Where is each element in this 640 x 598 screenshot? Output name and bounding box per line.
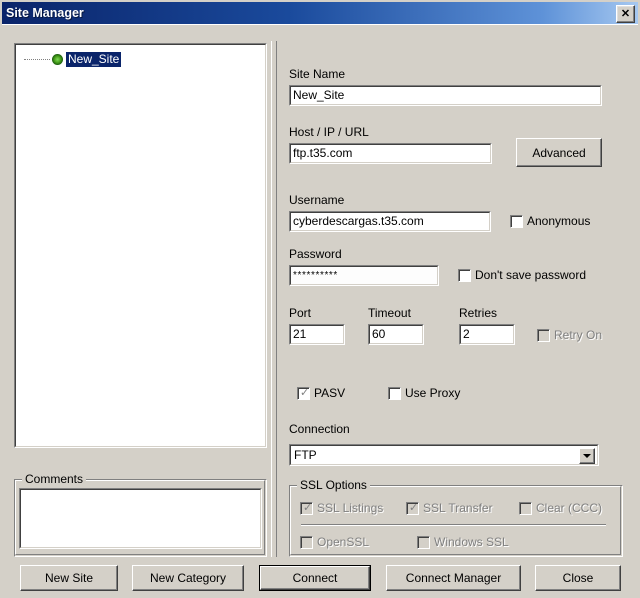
ssl-transfer-checkbox-box: ✓ xyxy=(406,501,419,515)
site-tree-panel[interactable]: New_Site xyxy=(14,43,267,448)
connect-manager-button-label: Connect Manager xyxy=(405,571,502,585)
dont-save-password-checkbox-box xyxy=(458,268,471,282)
window-title: Site Manager xyxy=(6,6,84,20)
retries-input[interactable]: 2 xyxy=(459,324,515,345)
ssl-transfer-label: SSL Transfer xyxy=(423,501,493,515)
anonymous-checkbox-box xyxy=(510,214,523,228)
ssl-listings-checkbox[interactable]: ✓ SSL Listings xyxy=(300,501,383,515)
close-icon[interactable]: ✕ xyxy=(616,5,635,23)
password-label: Password xyxy=(289,247,342,261)
retries-value: 2 xyxy=(463,327,470,341)
pasv-checkbox[interactable]: ✓ PASV xyxy=(297,386,345,400)
comments-group: Comments xyxy=(14,472,267,557)
windows-ssl-checkbox[interactable]: Windows SSL xyxy=(417,535,509,549)
new-site-button-label: New Site xyxy=(44,571,94,585)
timeout-value: 60 xyxy=(372,327,386,341)
tree-connector-icon xyxy=(24,58,50,61)
port-input[interactable]: 21 xyxy=(289,324,345,345)
use-proxy-checkbox[interactable]: Use Proxy xyxy=(388,386,460,400)
close-glyph: ✕ xyxy=(620,7,631,20)
connect-manager-button[interactable]: Connect Manager xyxy=(386,565,521,591)
dont-save-password-label: Don't save password xyxy=(475,268,587,282)
site-name-label: Site Name xyxy=(289,67,346,81)
use-proxy-checkbox-box xyxy=(388,386,401,400)
connection-value: FTP xyxy=(294,447,317,462)
tree-item-new-site[interactable]: New_Site xyxy=(18,51,263,67)
site-tree[interactable]: New_Site xyxy=(16,45,265,69)
host-value: ftp.t35.com xyxy=(293,146,353,160)
new-category-button-label: New Category xyxy=(149,571,227,585)
connect-button[interactable]: Connect xyxy=(259,565,371,591)
ssl-transfer-check-icon: ✓ xyxy=(409,501,419,514)
ssl-options-label: SSL Options xyxy=(297,478,370,492)
windows-ssl-label: Windows SSL xyxy=(434,535,509,549)
new-site-button[interactable]: New Site xyxy=(20,565,118,591)
openssl-label: OpenSSL xyxy=(317,535,370,549)
comments-input[interactable] xyxy=(19,488,262,549)
clear-ccc-label: Clear (CCC) xyxy=(536,501,602,515)
windows-ssl-checkbox-box xyxy=(417,535,430,549)
password-input[interactable]: ********** xyxy=(289,265,439,286)
retry-on-checkbox[interactable]: Retry On xyxy=(537,328,602,342)
pasv-label: PASV xyxy=(314,386,346,400)
chevron-down-icon[interactable] xyxy=(579,448,595,464)
host-input[interactable]: ftp.t35.com xyxy=(289,143,492,164)
site-details-pane: Site Name New_Site Host / IP / URL ftp.t… xyxy=(280,41,625,557)
ssl-options-group: SSL Options ✓ SSL Listings ✓ SSL Transfe… xyxy=(289,478,623,557)
connect-button-label: Connect xyxy=(292,571,338,585)
port-label: Port xyxy=(289,306,312,320)
use-proxy-label: Use Proxy xyxy=(405,386,461,400)
close-button-label: Close xyxy=(562,571,594,585)
tree-item-label: New_Site xyxy=(66,51,122,67)
username-label: Username xyxy=(289,193,345,207)
port-value: 21 xyxy=(293,327,307,341)
comments-label: Comments xyxy=(22,472,87,486)
site-name-value: New_Site xyxy=(293,88,345,102)
anonymous-checkbox[interactable]: Anonymous xyxy=(510,214,590,228)
ssl-listings-check-icon: ✓ xyxy=(303,501,313,514)
host-label: Host / IP / URL xyxy=(289,125,369,139)
advanced-button-label: Advanced xyxy=(532,145,586,160)
advanced-button[interactable]: Advanced xyxy=(516,138,602,167)
dialog-button-bar: New Site New Category Connect Connect Ma… xyxy=(10,563,630,593)
clear-ccc-checkbox-box xyxy=(519,501,532,515)
chevron-down-glyph xyxy=(583,454,591,458)
anonymous-label: Anonymous xyxy=(527,214,591,228)
password-value: ********** xyxy=(293,270,338,281)
openssl-checkbox[interactable]: OpenSSL xyxy=(300,535,369,549)
clear-ccc-checkbox[interactable]: Clear (CCC) xyxy=(519,501,602,515)
username-input[interactable]: cyberdescargas.t35.com xyxy=(289,211,491,232)
dialog-body: New_Site Comments Site Name New_Site Hos… xyxy=(2,24,638,596)
connection-select[interactable]: FTP xyxy=(289,444,599,466)
openssl-checkbox-box xyxy=(300,535,313,549)
site-name-input[interactable]: New_Site xyxy=(289,85,602,106)
site-manager-window: Site Manager ✕ New_Site Comments Site Na… xyxy=(0,0,640,598)
pasv-check-icon: ✓ xyxy=(300,386,310,399)
close-button[interactable]: Close xyxy=(535,565,621,591)
timeout-input[interactable]: 60 xyxy=(368,324,424,345)
retries-label: Retries xyxy=(459,306,498,320)
pasv-checkbox-box: ✓ xyxy=(297,386,310,400)
ssl-divider xyxy=(301,524,606,526)
pane-splitter[interactable] xyxy=(271,41,277,557)
dont-save-password-checkbox[interactable]: Don't save password xyxy=(458,268,586,282)
ssl-listings-label: SSL Listings xyxy=(317,501,384,515)
timeout-label: Timeout xyxy=(368,306,411,320)
ssl-transfer-checkbox[interactable]: ✓ SSL Transfer xyxy=(406,501,493,515)
retry-on-label: Retry On xyxy=(554,328,603,342)
username-value: cyberdescargas.t35.com xyxy=(293,214,424,228)
green-circle-site-icon xyxy=(52,53,63,65)
retry-on-checkbox-box xyxy=(537,328,550,342)
connection-label: Connection xyxy=(289,422,350,436)
new-category-button[interactable]: New Category xyxy=(132,565,244,591)
title-bar[interactable]: Site Manager ✕ xyxy=(2,2,638,24)
ssl-listings-checkbox-box: ✓ xyxy=(300,501,313,515)
